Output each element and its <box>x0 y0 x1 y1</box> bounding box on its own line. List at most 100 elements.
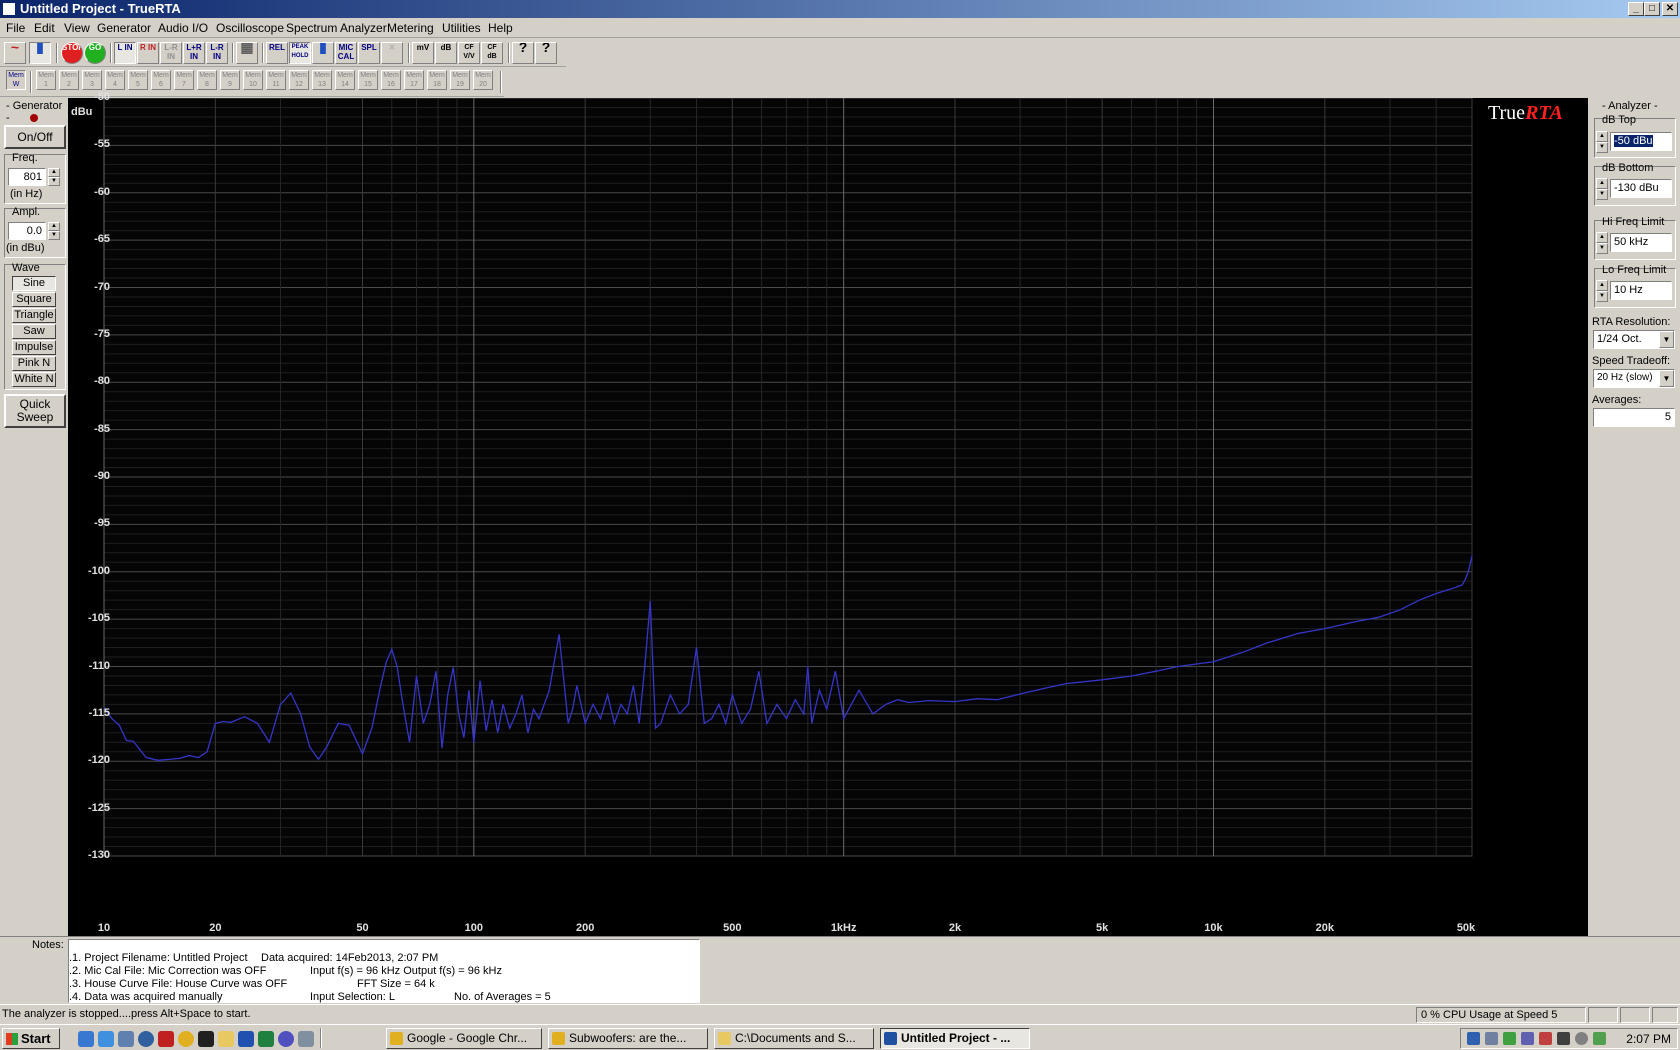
wave-saw-button[interactable]: Saw <box>12 324 56 339</box>
wave-sine-button[interactable]: Sine <box>12 276 56 291</box>
wave-square-button[interactable]: Square <box>12 292 56 307</box>
spl-button[interactable]: SPL <box>358 42 380 64</box>
db-top-spinner[interactable]: ▲ ▼ <box>1596 131 1608 153</box>
excel-icon[interactable] <box>258 1031 274 1047</box>
close-button[interactable]: ✕ <box>1662 2 1678 16</box>
spin-up-icon[interactable]: ▲ <box>48 222 60 231</box>
memory-slot-7[interactable]: Mem 7 <box>174 70 194 90</box>
hi-freq-spinner[interactable]: ▲ ▼ <box>1596 232 1608 254</box>
memory-slot-15[interactable]: Mem 15 <box>358 70 378 90</box>
wave-white-noise-button[interactable]: White N <box>12 372 56 387</box>
wave-triangle-button[interactable]: Triangle <box>12 308 56 323</box>
memory-write-button[interactable]: Mem W <box>6 70 26 90</box>
left-plus-right-input-button[interactable]: L+R IN <box>183 42 205 64</box>
memory-slot-19[interactable]: Mem 19 <box>450 70 470 90</box>
pdf-icon[interactable] <box>158 1031 174 1047</box>
spin-up-icon[interactable]: ▲ <box>1596 280 1608 291</box>
spin-up-icon[interactable]: ▲ <box>1596 232 1608 243</box>
memory-slot-13[interactable]: Mem 13 <box>312 70 332 90</box>
memory-slot-20[interactable]: Mem 20 <box>473 70 493 90</box>
left-minus-right-input-button[interactable]: L-R IN <box>160 42 182 64</box>
speed-tradeoff-select[interactable]: 20 Hz (slow) ▼ <box>1593 369 1675 388</box>
clear-icon[interactable]: ✕ <box>381 42 403 64</box>
db-bottom-spinner[interactable]: ▲ ▼ <box>1596 178 1608 200</box>
folder-icon[interactable] <box>218 1031 234 1047</box>
spectrum-view-icon[interactable]: ▮ <box>29 42 51 64</box>
command-prompt-icon[interactable] <box>198 1031 214 1047</box>
memory-slot-11[interactable]: Mem 11 <box>266 70 286 90</box>
right-input-button[interactable]: R IN <box>137 42 159 64</box>
memory-slot-2[interactable]: Mem 2 <box>59 70 79 90</box>
peak-hold-button[interactable]: PEAK HOLD <box>289 42 311 64</box>
word-icon[interactable] <box>238 1031 254 1047</box>
menu-help[interactable]: Help <box>488 21 513 35</box>
task-truerta[interactable]: Untitled Project - ... <box>880 1028 1030 1049</box>
notepad-icon[interactable] <box>298 1031 314 1047</box>
dropdown-arrow-icon[interactable]: ▼ <box>1659 331 1674 348</box>
amplitude-spinner[interactable]: ▲ ▼ <box>48 222 60 240</box>
maximize-button[interactable]: □ <box>1644 2 1660 16</box>
settings-icon[interactable] <box>1575 1032 1588 1045</box>
averages-field[interactable]: 5 <box>1593 408 1675 427</box>
amplitude-field[interactable]: 0.0 <box>8 222 46 240</box>
spectrum-graph[interactable]: dBu TrueRTA -50 -55 -60 -65 -70 -75 -80 -85 -90 -… <box>68 91 1588 936</box>
task-chrome-google[interactable]: Google - Google Chr... <box>386 1028 542 1049</box>
menu-generator[interactable]: Generator <box>97 21 151 35</box>
memory-slot-16[interactable]: Mem 16 <box>381 70 401 90</box>
device-icon[interactable] <box>1521 1032 1534 1045</box>
go-button[interactable]: GO <box>84 42 106 64</box>
frequency-spinner[interactable]: ▲ ▼ <box>48 168 60 186</box>
chrome-icon[interactable] <box>178 1031 194 1047</box>
quick-sweep-button[interactable]: Quick Sweep <box>4 394 66 428</box>
lo-freq-spinner[interactable]: ▲ ▼ <box>1596 280 1608 302</box>
left-minus-right-input-button-2[interactable]: L-R IN <box>206 42 228 64</box>
antivirus-icon[interactable] <box>1539 1032 1552 1045</box>
menu-metering[interactable]: Metering <box>387 21 434 35</box>
spin-down-icon[interactable]: ▼ <box>1596 291 1608 302</box>
monitor-icon[interactable] <box>1485 1032 1498 1045</box>
outlook-icon[interactable] <box>98 1031 114 1047</box>
left-input-button[interactable]: L IN <box>114 42 136 64</box>
frequency-field[interactable]: 801 <box>8 168 46 186</box>
menu-oscilloscope[interactable]: Oscilloscope <box>216 21 284 35</box>
relative-button[interactable]: REL <box>266 42 288 64</box>
memory-slot-10[interactable]: Mem 10 <box>243 70 263 90</box>
memory-slot-8[interactable]: Mem 8 <box>197 70 217 90</box>
memory-slot-6[interactable]: Mem 6 <box>151 70 171 90</box>
rta-resolution-select[interactable]: 1/24 Oct. ▼ <box>1593 330 1675 349</box>
db-bottom-field[interactable]: -130 dBu <box>1610 179 1672 198</box>
notes-textbox[interactable]: .1. Project Filename: Untitled Project D… <box>68 939 700 1003</box>
desktop-icon[interactable] <box>118 1031 134 1047</box>
security-icon[interactable] <box>1503 1032 1516 1045</box>
memory-slot-12[interactable]: Mem 12 <box>289 70 309 90</box>
memory-slot-17[interactable]: Mem 17 <box>404 70 424 90</box>
grid-icon[interactable]: ▦ <box>236 42 258 64</box>
memory-slot-1[interactable]: Mem 1 <box>36 70 56 90</box>
menu-utilities[interactable]: Utilities <box>442 21 481 35</box>
wave-impulse-button[interactable]: Impulse <box>12 340 56 355</box>
menu-file[interactable]: File <box>6 21 25 35</box>
task-explorer[interactable]: C:\Documents and S... <box>714 1028 874 1049</box>
memory-slot-18[interactable]: Mem 18 <box>427 70 447 90</box>
lo-freq-field[interactable]: 10 Hz <box>1610 281 1672 300</box>
hi-freq-field[interactable]: 50 kHz <box>1610 233 1672 252</box>
memory-slot-3[interactable]: Mem 3 <box>82 70 102 90</box>
ie-icon[interactable] <box>78 1031 94 1047</box>
volume-icon[interactable] <box>1557 1032 1570 1045</box>
menu-spectrum-analyzer[interactable]: Spectrum Analyzer <box>286 21 387 35</box>
network-icon[interactable] <box>1467 1032 1480 1045</box>
task-chrome-subwoofers[interactable]: Subwoofers: are the... <box>548 1028 708 1049</box>
help-icon[interactable]: ? <box>512 42 534 64</box>
memory-slot-9[interactable]: Mem 9 <box>220 70 240 90</box>
spin-up-icon[interactable]: ▲ <box>48 168 60 177</box>
dropdown-arrow-icon[interactable]: ▼ <box>1659 370 1674 387</box>
crest-factor-vv-button[interactable]: CF V/V <box>458 42 480 64</box>
db-button[interactable]: dB <box>435 42 457 64</box>
millivolt-button[interactable]: mV <box>412 42 434 64</box>
wave-pink-noise-button[interactable]: Pink N <box>12 356 56 371</box>
db-top-field[interactable]: -50 dBu <box>1610 132 1672 151</box>
start-button[interactable]: Start <box>2 1028 60 1049</box>
minimize-button[interactable]: _ <box>1628 2 1644 16</box>
menu-audio-io[interactable]: Audio I/O <box>158 21 208 35</box>
menu-edit[interactable]: Edit <box>34 21 55 35</box>
